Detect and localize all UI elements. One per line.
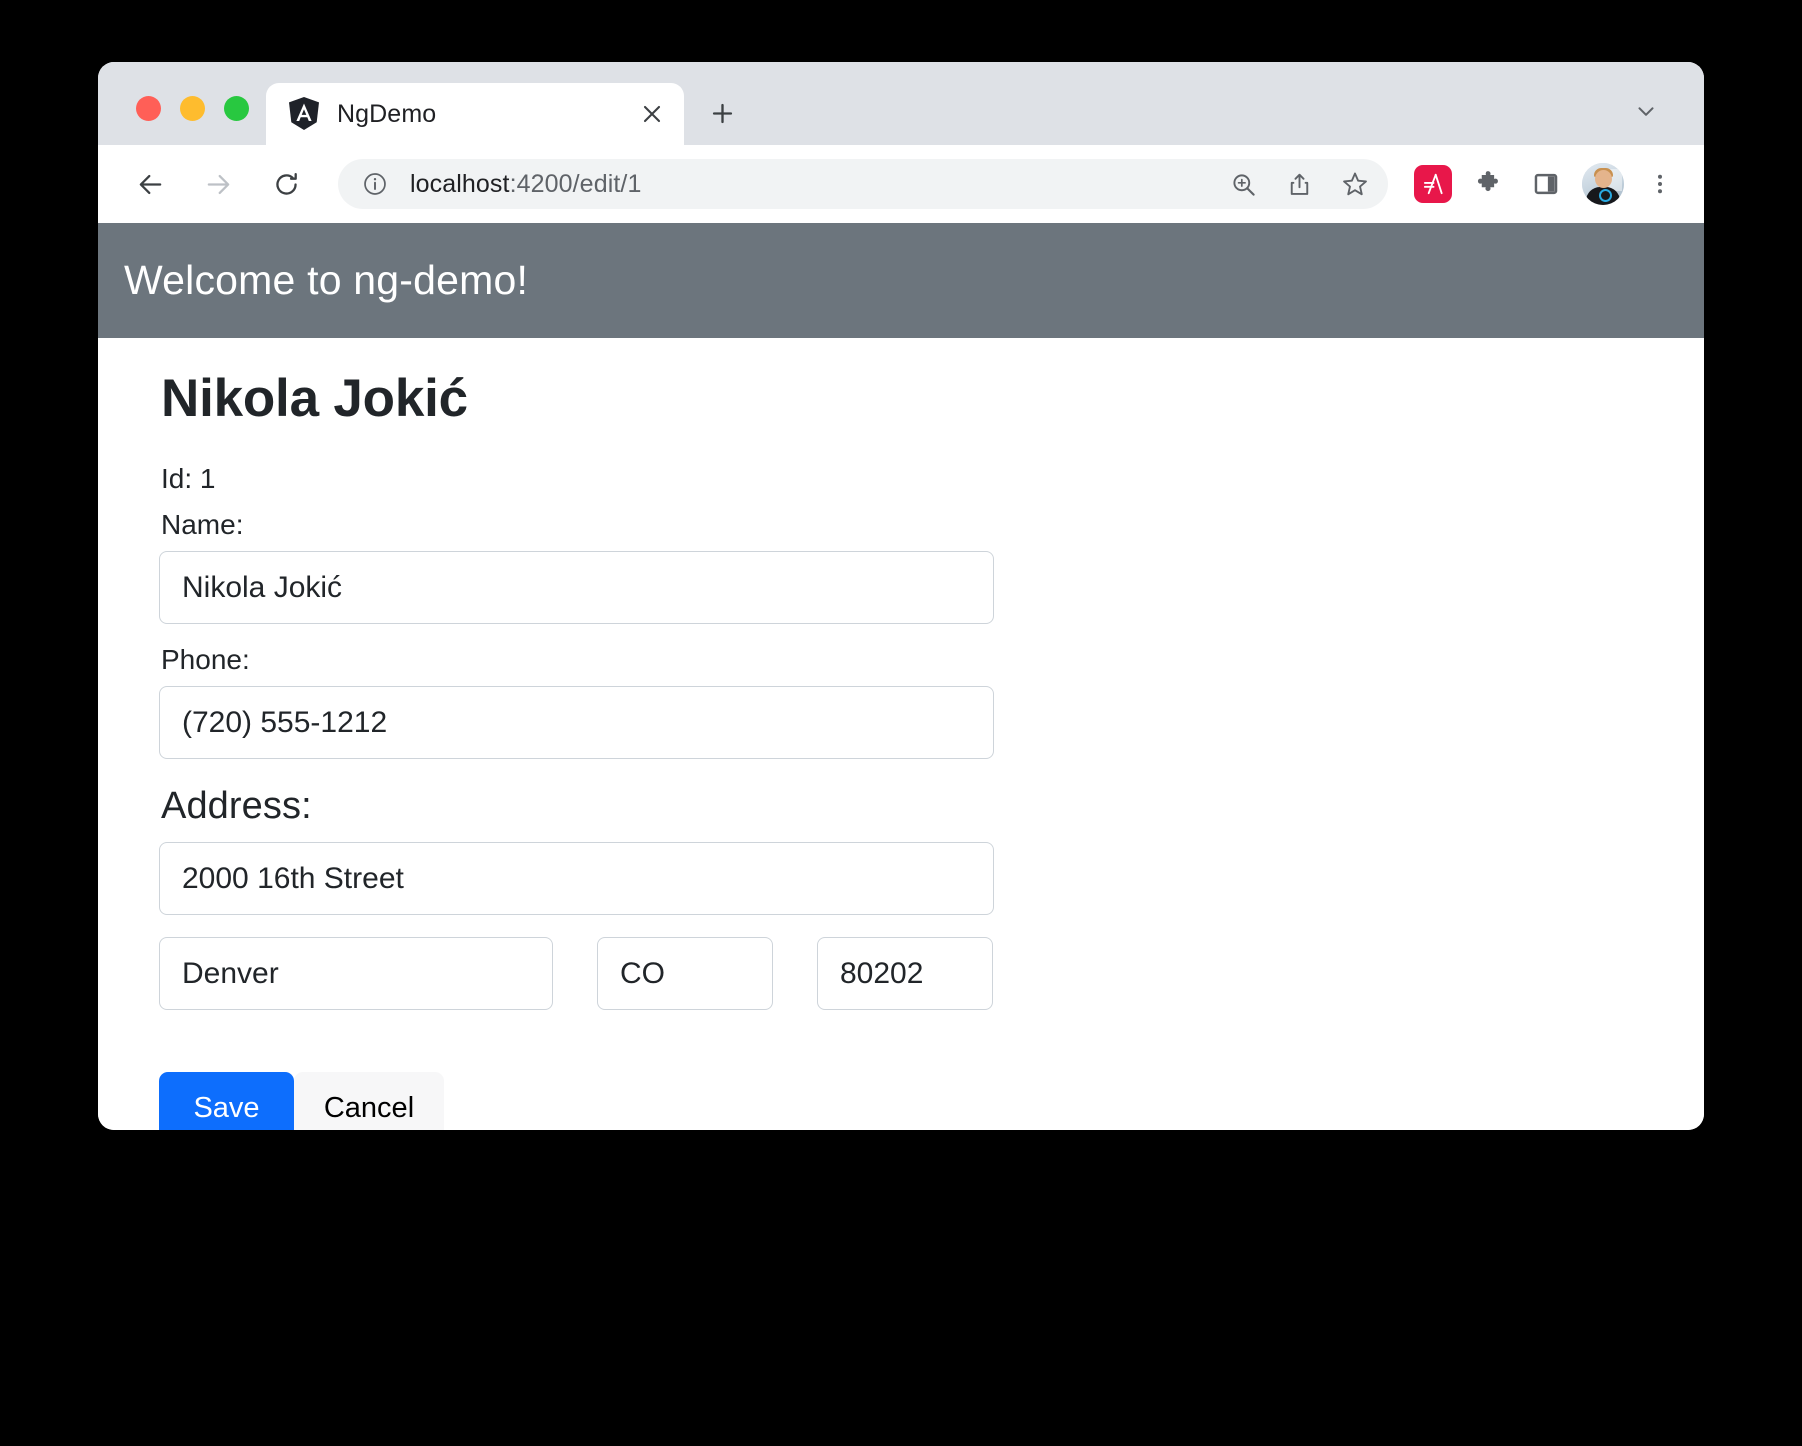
address-row (159, 937, 1704, 1010)
avatar[interactable] (1582, 163, 1624, 205)
extensions-puzzle-icon[interactable] (1466, 162, 1510, 206)
phone-label: Phone: (161, 644, 250, 675)
maximize-window-button[interactable] (224, 96, 249, 121)
tab-title: NgDemo (337, 99, 437, 128)
address-section-label: Address: (161, 785, 312, 827)
angular-devtools-icon[interactable] (1414, 165, 1452, 203)
save-button[interactable]: Save (159, 1072, 294, 1130)
angular-logo-icon (288, 97, 320, 131)
phone-input[interactable] (159, 686, 994, 759)
omnibox-actions (1220, 161, 1378, 207)
forward-arrow-icon[interactable] (194, 160, 242, 208)
new-tab-button[interactable] (698, 89, 746, 137)
close-tab-button[interactable] (630, 92, 674, 136)
form-actions: Save Cancel (159, 1072, 1704, 1130)
chevron-down-icon[interactable] (1626, 91, 1666, 131)
minimize-window-button[interactable] (180, 96, 205, 121)
back-arrow-icon[interactable] (126, 160, 174, 208)
address-bar[interactable]: localhost:4200/edit/1 (338, 159, 1388, 209)
city-input[interactable] (159, 937, 553, 1010)
url-text: localhost:4200/edit/1 (410, 170, 1220, 199)
browser-toolbar: localhost:4200/edit/1 (98, 145, 1704, 223)
url-path: :4200/edit/1 (509, 169, 642, 198)
browser-tab[interactable]: NgDemo (266, 83, 684, 145)
bookmark-star-icon[interactable] (1332, 161, 1378, 207)
zoom-in-icon[interactable] (1220, 161, 1266, 207)
side-panel-icon[interactable] (1524, 162, 1568, 206)
reload-icon[interactable] (262, 160, 310, 208)
zip-input[interactable] (817, 937, 993, 1010)
name-input[interactable] (159, 551, 994, 624)
street-input[interactable] (159, 842, 994, 915)
state-input[interactable] (597, 937, 773, 1010)
cancel-button[interactable]: Cancel (294, 1072, 444, 1130)
traffic-lights (136, 96, 249, 121)
page-viewport: Welcome to ng-demo! Nikola Jokić Id: 1 N… (98, 223, 1704, 1130)
close-window-button[interactable] (136, 96, 161, 121)
name-label: Name: (161, 509, 244, 540)
app-banner-title: Welcome to ng-demo! (124, 257, 529, 303)
browser-window: NgDemo localhost:4200/edit/1 Welcome to … (98, 62, 1704, 1130)
url-host: localhost (410, 169, 510, 198)
edit-form: Nikola Jokić Id: 1 Name: Phone: Address:… (98, 338, 1704, 1130)
three-dot-menu-icon[interactable] (1638, 162, 1682, 206)
tab-strip: NgDemo (98, 62, 1704, 145)
app-banner: Welcome to ng-demo! (98, 223, 1704, 338)
toolbar-actions (1414, 162, 1682, 206)
page-title: Nikola Jokić (161, 369, 468, 428)
record-id: Id: 1 (161, 463, 216, 494)
info-circle-icon[interactable] (362, 171, 388, 197)
share-icon[interactable] (1276, 161, 1322, 207)
